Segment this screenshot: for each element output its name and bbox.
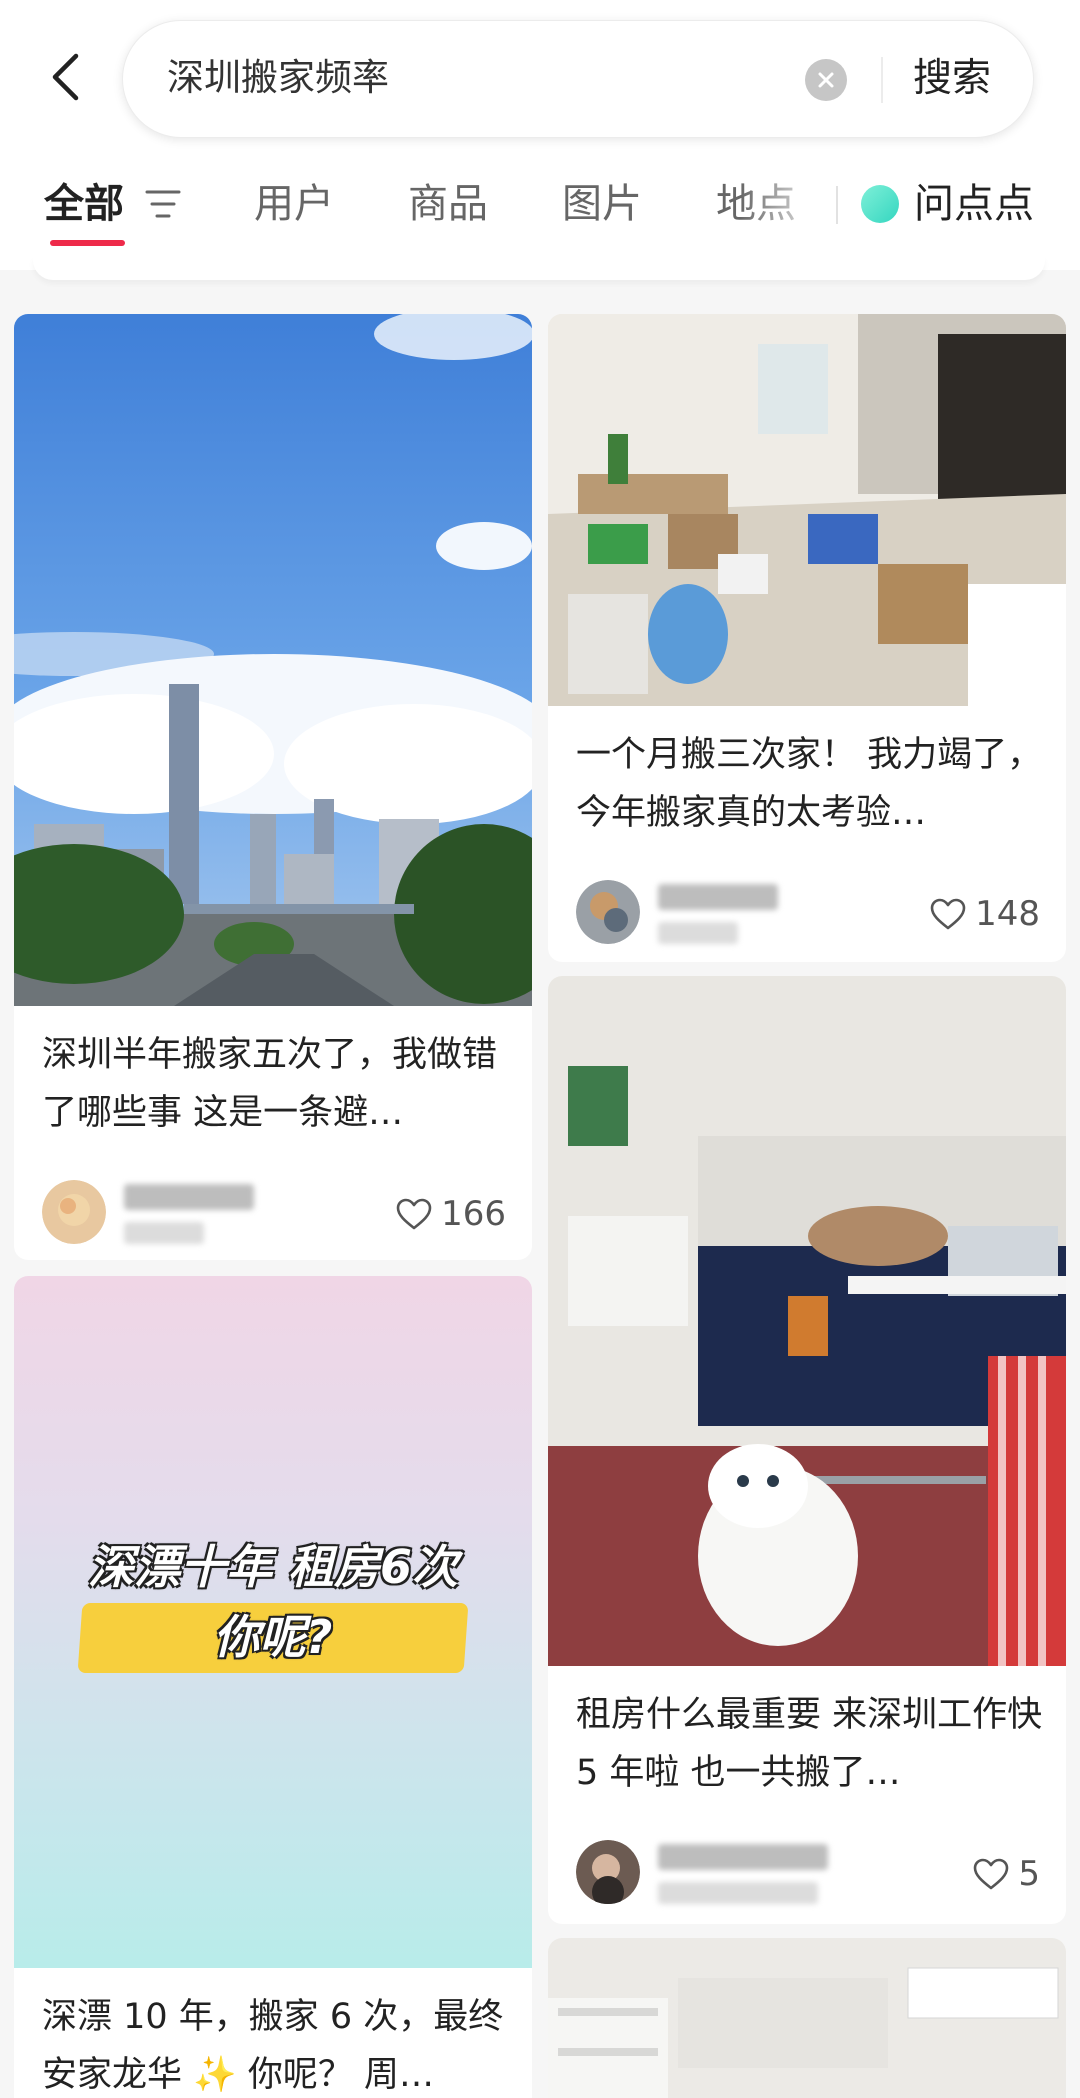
heart-icon (974, 1858, 1009, 1890)
post-date-blurred (658, 922, 738, 944)
search-button[interactable]: 搜索 (913, 49, 991, 109)
clear-icon[interactable] (805, 59, 847, 101)
city-skyline-photo (14, 314, 532, 1006)
top-bar: 深圳搬家频率 搜索 全部 用户 商品 图片 地点 问点点 (0, 0, 1080, 280)
tab-separator (836, 186, 838, 224)
note-card[interactable]: 一个月搬三次家！ 我力竭了，今年搬家真的太考验… 148 (548, 314, 1066, 962)
search-input[interactable]: 深圳搬家频率 (167, 53, 389, 103)
note-title[interactable]: 租房什么最重要 来深圳工作快 5 年啦 也一共搬了… (576, 1686, 1046, 1802)
close-icon (818, 72, 834, 88)
empty-room-photo (548, 1938, 1066, 2098)
cover-text-line2: 你呢? (213, 1610, 333, 1664)
filter-icon[interactable] (145, 188, 181, 220)
note-title[interactable]: 深圳半年搬家五次了，我做错了哪些事 这是一条避… (42, 1026, 512, 1142)
filter-sheet-edge (33, 256, 1045, 280)
like-count: 166 (441, 1194, 506, 1234)
note-card[interactable]: 深圳半年搬家五次了，我做错了哪些事 这是一条避… 166 (14, 314, 532, 1260)
author-name-blurred (124, 1184, 254, 1210)
back-button[interactable] (40, 46, 90, 108)
note-card[interactable] (548, 1938, 1066, 2098)
like-button[interactable]: 5 (972, 1854, 1040, 1894)
heart-icon (396, 1198, 432, 1230)
like-button[interactable]: 148 (929, 894, 1040, 934)
note-title[interactable]: 一个月搬三次家！ 我力竭了，今年搬家真的太考验… (576, 726, 1046, 842)
wendiandian-icon (861, 185, 899, 223)
search-box[interactable]: 深圳搬家频率 搜索 (122, 20, 1034, 138)
author-name-blurred (658, 1844, 828, 1870)
room-with-white-cat-photo (548, 976, 1066, 1666)
note-title[interactable]: 深漂 10 年，搬家 6 次，最终安家龙华 ✨ 你呢？ 周… (42, 1988, 512, 2098)
messy-room-moving-photo (548, 314, 1066, 706)
gradient-text-cover: 深漂十年 租房6次 你呢? (14, 1276, 532, 1968)
tab-fade-overlay (740, 170, 840, 238)
back-arrow-icon (52, 53, 79, 101)
author-name-blurred (658, 884, 778, 910)
note-card[interactable]: 深漂十年 租房6次 你呢? 深漂 10 年，搬家 6 次，最终安家龙华 ✨ 你呢… (14, 1276, 532, 2098)
heart-icon (930, 898, 966, 930)
tab-all[interactable]: 全部 (44, 176, 124, 232)
avatar[interactable] (576, 1840, 640, 1904)
post-date-blurred (124, 1222, 204, 1244)
tab-products[interactable]: 商品 (408, 176, 488, 232)
avatar[interactable] (42, 1180, 106, 1244)
post-date-blurred (658, 1882, 818, 1904)
tab-images[interactable]: 图片 (562, 176, 642, 232)
tab-users[interactable]: 用户 (254, 176, 334, 232)
like-count: 5 (1018, 1854, 1040, 1894)
active-tab-indicator (50, 240, 125, 246)
like-count: 148 (975, 894, 1040, 934)
cover-text-line1: 深漂十年 租房6次 (87, 1540, 459, 1594)
tab-wendiandian[interactable]: 问点点 (914, 176, 1034, 232)
note-card[interactable]: 租房什么最重要 来深圳工作快 5 年啦 也一共搬了… 5 (548, 976, 1066, 1924)
search-divider (881, 57, 883, 103)
avatar[interactable] (576, 880, 640, 944)
like-button[interactable]: 166 (395, 1194, 506, 1234)
